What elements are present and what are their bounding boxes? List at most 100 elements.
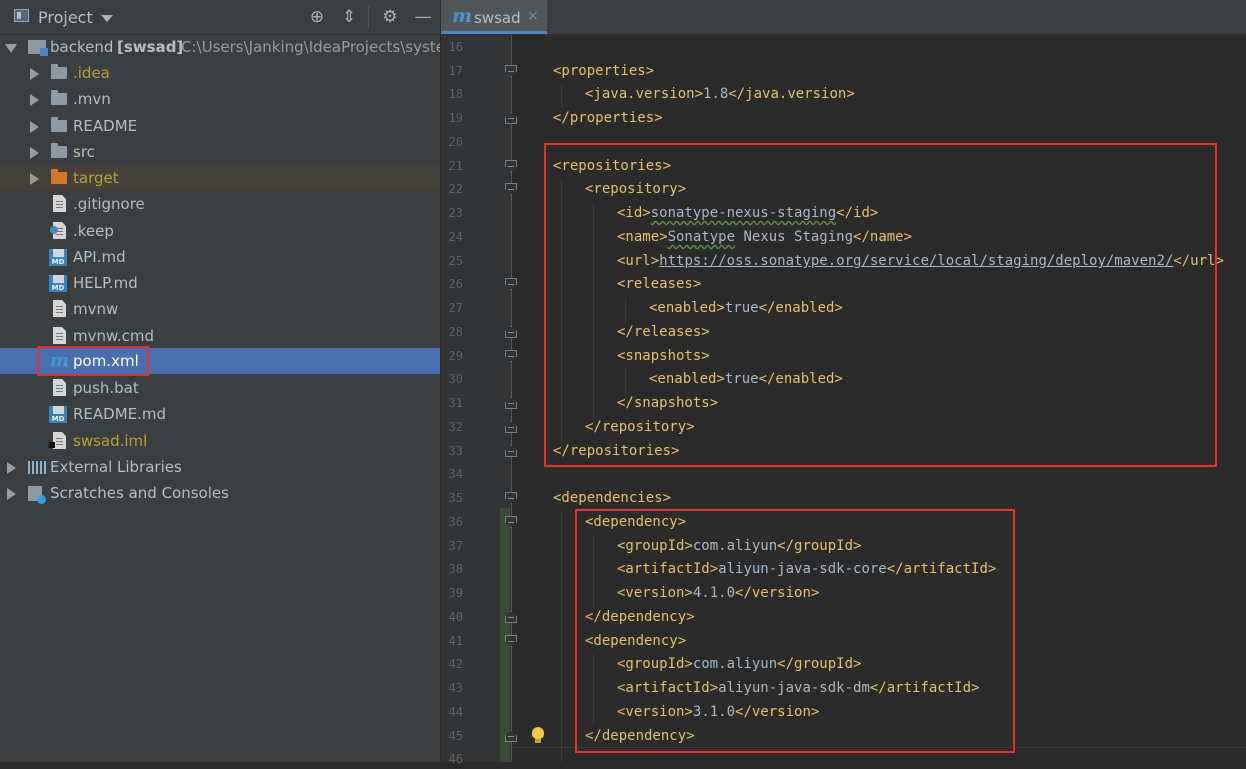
file-icon [53, 327, 66, 344]
expand-arrow-icon[interactable] [30, 68, 39, 80]
root-name: backend [50, 38, 114, 56]
code-line-17[interactable]: <properties> [553, 61, 654, 81]
xml-tag: <properties> [553, 63, 655, 79]
expand-arrow-icon[interactable] [5, 44, 17, 53]
highlight-box-pom-xml [37, 346, 149, 376]
project-panel-title[interactable]: Project [38, 8, 93, 27]
folder-icon [51, 117, 67, 132]
collapse-all-icon[interactable]: ⇕ [339, 7, 359, 27]
tree-item-gitignore[interactable]: .gitignore [0, 191, 440, 217]
settings-gear-icon[interactable]: ⚙ [380, 7, 400, 27]
tree-item-label: HELP.md [73, 274, 138, 292]
line-number: 22 [448, 182, 463, 196]
line-number: 37 [448, 539, 463, 553]
line-number: 20 [448, 135, 463, 149]
line-number: 16 [448, 40, 463, 54]
tab-swsad[interactable]: m swsad × [441, 0, 547, 34]
xml-value: 1.8 [703, 86, 729, 102]
editor-pane: m swsad × 16 17 18 19 20 21 22 23 24 25 … [441, 0, 1246, 766]
unknown-type-badge-icon [50, 226, 58, 234]
tree-item-label: .mvn [73, 90, 111, 108]
tab-label: swsad [474, 9, 521, 27]
xml-tag: </java.version> [728, 86, 855, 102]
markdown-icon: MD [49, 249, 67, 266]
tree-item-mvnw[interactable]: mvnw [0, 296, 440, 322]
expand-arrow-icon[interactable] [30, 173, 39, 185]
tree-item-label: .gitignore [73, 195, 145, 213]
line-number: 21 [448, 159, 463, 173]
tree-item-push-bat[interactable]: push.bat [0, 375, 440, 401]
tree-item-idea[interactable]: .idea [0, 60, 440, 86]
code-line-35[interactable]: <dependencies> [553, 488, 671, 508]
tree-item-label: swsad.iml [73, 432, 148, 450]
tree-item-keep[interactable]: .keep [0, 218, 440, 244]
line-number: 19 [448, 111, 463, 125]
tree-item-api-md[interactable]: MD API.md [0, 244, 440, 270]
expand-arrow-icon[interactable] [30, 147, 39, 159]
code-line-18[interactable]: <java.version>1.8</java.version> [585, 84, 855, 104]
tree-item-label: .idea [73, 64, 110, 82]
xml-tag: </properties> [553, 110, 663, 126]
line-number: 41 [448, 634, 463, 648]
lightbulb-icon[interactable] [532, 727, 544, 743]
tree-item-external-libraries[interactable]: External Libraries [0, 454, 440, 480]
line-number: 44 [448, 705, 463, 719]
tree-item-label: README.md [73, 405, 167, 423]
line-number: 17 [448, 64, 463, 78]
code-line-19[interactable]: </properties> [553, 108, 663, 128]
line-number: 39 [448, 586, 463, 600]
tree-item-readme-folder[interactable]: README [0, 113, 440, 139]
tree-item-src[interactable]: src [0, 139, 440, 165]
tree-item-target[interactable]: target [0, 165, 440, 191]
expand-arrow-icon[interactable] [7, 488, 16, 500]
line-number: 30 [448, 372, 463, 386]
line-number: 32 [448, 420, 463, 434]
tree-item-readme-md[interactable]: MD README.md [0, 401, 440, 427]
line-number: 27 [448, 301, 463, 315]
module-folder-icon [28, 40, 48, 56]
line-number: 26 [448, 277, 463, 291]
folder-icon [51, 90, 67, 105]
tree-item-swsad-iml[interactable]: swsad.iml [0, 428, 440, 454]
expand-arrow-icon[interactable] [30, 121, 39, 133]
hide-panel-icon[interactable]: — [413, 7, 433, 27]
line-number: 25 [448, 254, 463, 268]
view-dropdown-icon[interactable] [101, 15, 113, 22]
project-panel: Project ⊕ ⇕ ⚙ — backend [swsad] C:\Users… [0, 0, 440, 762]
header-divider [368, 6, 369, 28]
editor-tab-bar: m swsad × [441, 0, 1246, 35]
file-icon [53, 379, 66, 396]
line-number: 43 [448, 681, 463, 695]
close-tab-icon[interactable]: × [527, 8, 539, 24]
locate-icon[interactable]: ⊕ [307, 7, 327, 27]
expand-arrow-icon[interactable] [30, 94, 39, 106]
tree-item-help-md[interactable]: MD HELP.md [0, 270, 440, 296]
markdown-icon: MD [49, 275, 67, 292]
indent-guide [561, 84, 562, 108]
line-number: 28 [448, 325, 463, 339]
tree-root-backend[interactable]: backend [swsad] C:\Users\Janking\IdeaPro… [0, 34, 440, 60]
line-number: 38 [448, 562, 463, 576]
tree-item-scratches[interactable]: Scratches and Consoles [0, 480, 440, 506]
tree-item-label: API.md [73, 248, 126, 266]
xml-tag: <java.version> [585, 86, 704, 102]
root-path: C:\Users\Janking\IdeaProjects\syste [181, 38, 440, 56]
xml-tag: <dependencies> [553, 490, 672, 506]
line-number: 24 [448, 230, 463, 244]
line-number: 46 [448, 752, 463, 766]
folder-icon [51, 143, 67, 158]
file-icon [53, 195, 66, 212]
excluded-folder-icon [51, 169, 67, 184]
tree-item-label: .keep [73, 222, 114, 240]
markdown-icon: MD [49, 406, 67, 423]
line-number: 36 [448, 515, 463, 529]
tree-item-label: Scratches and Consoles [50, 484, 229, 502]
tree-item-label: target [73, 169, 119, 187]
tree-item-label: src [73, 143, 95, 161]
tree-item-label: push.bat [73, 379, 139, 397]
tree-item-mvn[interactable]: .mvn [0, 86, 440, 112]
line-number: 45 [448, 729, 463, 743]
project-view-icon [14, 9, 29, 22]
highlight-box-repositories [544, 143, 1217, 467]
expand-arrow-icon[interactable] [7, 462, 16, 474]
